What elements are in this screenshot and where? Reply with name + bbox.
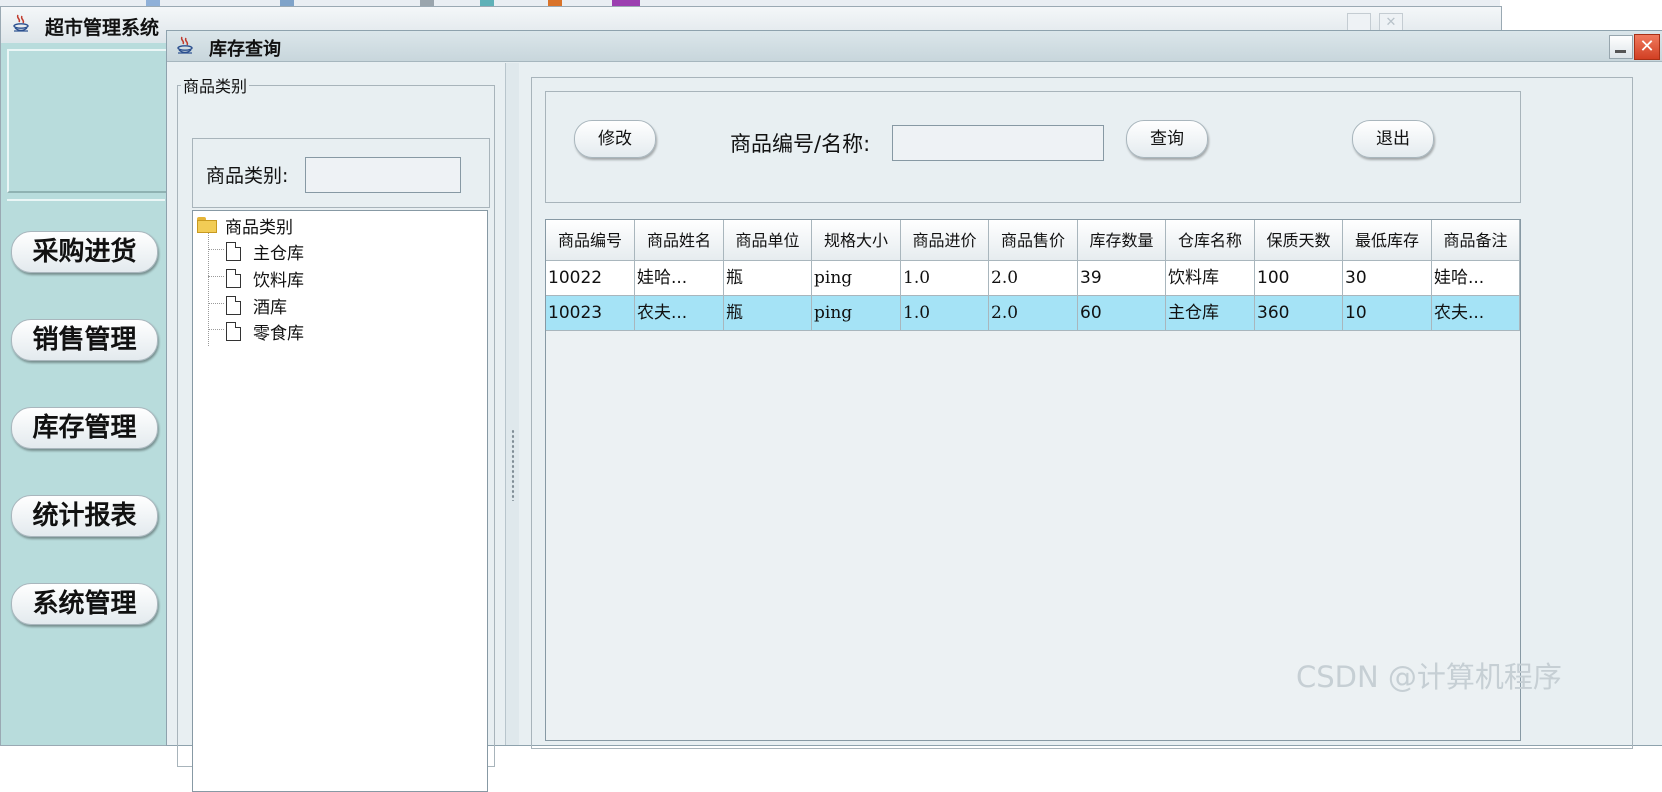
splitter-grip-icon[interactable]	[511, 429, 515, 501]
category-group-title: 商品类别	[181, 73, 250, 97]
tree-node-main-warehouse[interactable]: 主仓库	[226, 239, 304, 264]
sidebar-banner	[7, 49, 169, 193]
table-cell[interactable]: 主仓库	[1166, 296, 1255, 331]
tree-node-beverage-warehouse[interactable]: 饮料库	[226, 266, 304, 291]
table-cell[interactable]: 2.0	[989, 296, 1078, 331]
table-cell[interactable]: 1.0	[901, 296, 989, 331]
product-search-label: 商品编号/名称:	[730, 132, 871, 156]
nav-reports-button[interactable]: 统计报表	[11, 495, 158, 537]
table-cell[interactable]: 娃哈...	[635, 261, 724, 296]
tree-node-label: 酒库	[253, 297, 287, 318]
column-header[interactable]: 商品单位	[724, 220, 812, 261]
table-cell[interactable]: 360	[1255, 296, 1343, 331]
column-header[interactable]: 商品售价	[989, 220, 1078, 261]
table-cell[interactable]: 10022	[546, 261, 635, 296]
nav-purchase-button[interactable]: 采购进货	[11, 231, 158, 273]
split-pane-divider[interactable]	[505, 63, 520, 745]
java-coffee-icon	[177, 36, 193, 54]
query-pane: 修改 商品编号/名称: 查询 退出 商品编号 商品姓名 商品单位 规格大小 商品…	[519, 63, 1662, 749]
table-cell[interactable]: 2.0	[989, 261, 1078, 296]
table-cell[interactable]: 60	[1078, 296, 1166, 331]
column-header[interactable]: 商品姓名	[635, 220, 724, 261]
category-tree[interactable]: 商品类别 主仓库 饮料库 酒库 零食库	[192, 210, 488, 792]
exit-button[interactable]: 退出	[1352, 120, 1434, 158]
category-search-input[interactable]	[305, 157, 461, 193]
nav-inventory-button[interactable]: 库存管理	[11, 407, 158, 449]
table-cell[interactable]: 10023	[546, 296, 635, 331]
table-cell[interactable]: 农夫...	[635, 296, 724, 331]
file-icon	[226, 295, 241, 315]
file-icon	[226, 321, 241, 341]
table-cell[interactable]: 100	[1255, 261, 1343, 296]
inventory-window-title: 库存查询	[209, 39, 281, 60]
category-search-label: 商品类别:	[206, 165, 289, 187]
category-search-box: 商品类别:	[192, 138, 490, 208]
column-header[interactable]: 最低库存	[1343, 220, 1432, 261]
tree-node-label: 商品类别	[225, 217, 293, 238]
table-cell[interactable]: 瓶	[724, 296, 812, 331]
table-cell[interactable]: 瓶	[724, 261, 812, 296]
column-header[interactable]: 仓库名称	[1166, 220, 1255, 261]
category-group: 商品类别: 商品类别 主仓库 饮料库 酒库 零食库	[177, 85, 495, 792]
tree-node-liquor-warehouse[interactable]: 酒库	[226, 293, 287, 318]
column-header[interactable]: 规格大小	[812, 220, 901, 261]
tree-node-label: 主仓库	[253, 243, 304, 264]
column-header[interactable]: 商品编号	[546, 220, 635, 261]
inventory-window-titlebar: 库存查询 ✕	[167, 31, 1662, 62]
file-icon	[226, 268, 241, 288]
table-row-selected[interactable]: 10023 农夫... 瓶 ping 1.0 2.0 60 主仓库 360 10…	[546, 296, 1520, 331]
category-pane: 商品类别: 商品类别 主仓库 饮料库 酒库 零食库 商品类别	[171, 63, 505, 792]
table-cell[interactable]: 饮料库	[1166, 261, 1255, 296]
query-button[interactable]: 查询	[1126, 120, 1208, 158]
tree-node-root[interactable]: 商品类别	[197, 213, 293, 238]
column-header[interactable]: 商品进价	[901, 220, 989, 261]
table-cell[interactable]: 1.0	[901, 261, 989, 296]
main-window-title: 超市管理系统	[45, 17, 160, 39]
tree-node-snack-warehouse[interactable]: 零食库	[226, 319, 304, 344]
table-cell[interactable]: 10	[1343, 296, 1432, 331]
table-cell[interactable]: ping	[812, 261, 901, 296]
csdn-watermark: CSDN @计算机程序	[1296, 660, 1562, 694]
tree-node-label: 零食库	[253, 323, 304, 344]
column-header[interactable]: 保质天数	[1255, 220, 1343, 261]
table-cell[interactable]: ping	[812, 296, 901, 331]
close-button[interactable]: ✕	[1634, 34, 1660, 60]
minimize-button[interactable]	[1609, 35, 1633, 59]
file-icon	[226, 241, 241, 261]
folder-icon	[197, 217, 217, 233]
column-header[interactable]: 库存数量	[1078, 220, 1166, 261]
nav-system-button[interactable]: 系统管理	[11, 583, 158, 625]
sidebar: 采购进货 销售管理 库存管理 统计报表 系统管理	[1, 43, 169, 745]
inventory-query-window: 库存查询 ✕ 商品类别: 商品类别 主仓库 饮料库 酒库 零食库 商品类别 修改…	[166, 30, 1662, 792]
table-cell[interactable]: 30	[1343, 261, 1432, 296]
query-toolbar: 修改 商品编号/名称: 查询 退出	[545, 91, 1521, 203]
java-coffee-icon	[13, 14, 29, 32]
product-search-input[interactable]	[892, 125, 1104, 161]
column-header[interactable]: 商品备注	[1432, 220, 1520, 261]
table-row[interactable]: 10022 娃哈... 瓶 ping 1.0 2.0 39 饮料库 100 30…	[546, 261, 1520, 296]
tree-node-label: 饮料库	[253, 270, 304, 291]
table-cell[interactable]: 农夫...	[1432, 296, 1520, 331]
modify-button[interactable]: 修改	[574, 120, 656, 158]
sidebar-nav-panel	[7, 199, 165, 751]
nav-sales-button[interactable]: 销售管理	[11, 319, 158, 361]
table-cell[interactable]: 39	[1078, 261, 1166, 296]
table-header-row: 商品编号 商品姓名 商品单位 规格大小 商品进价 商品售价 库存数量 仓库名称 …	[546, 220, 1520, 261]
table-cell[interactable]: 娃哈...	[1432, 261, 1520, 296]
